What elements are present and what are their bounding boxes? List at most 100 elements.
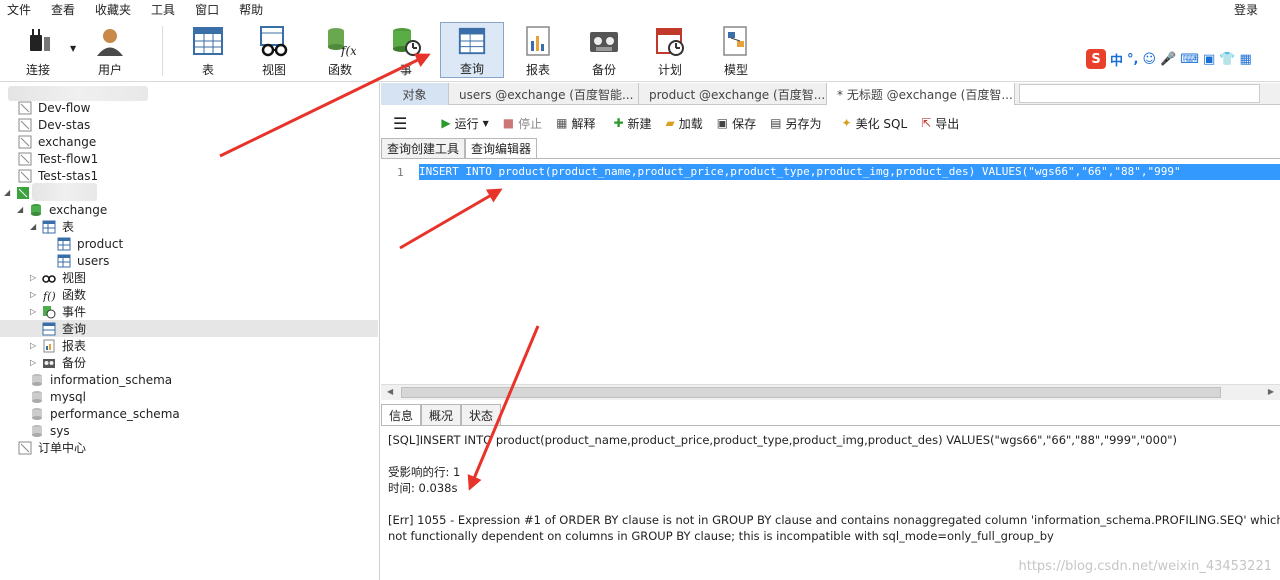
report-icon (526, 26, 550, 56)
beautify-sql-button[interactable]: ✦ 美化 SQL (842, 115, 908, 132)
tab-query-editor[interactable]: 查询编辑器 (465, 138, 538, 158)
tree-table-product[interactable]: product (57, 235, 123, 252)
tree-tables[interactable]: ◢ 表 (30, 218, 74, 235)
menu-tools[interactable]: 工具 (144, 1, 188, 19)
backup-button[interactable]: 备份 (572, 22, 636, 78)
ime-grid-icon[interactable]: ▦ (1239, 52, 1251, 67)
save-label: 保存 (732, 116, 757, 131)
subtab-label: 查询创建工具 (387, 142, 460, 156)
tab-filter-input[interactable] (1019, 84, 1260, 103)
event-label: 事 (399, 63, 412, 77)
function-button[interactable]: f(x) 函数 (308, 22, 372, 78)
tab-overview[interactable]: 概况 (421, 404, 462, 425)
schedule-button[interactable]: 计划 (638, 22, 702, 78)
ime-chinese-mode[interactable]: 中 (1110, 50, 1123, 69)
run-dropdown-icon[interactable]: ▼ (483, 119, 489, 128)
tree-queries[interactable]: 查询 (0, 320, 378, 337)
tree-reports[interactable]: ▷ 报表 (30, 337, 86, 354)
sql-editor[interactable]: 1 INSERT INTO product(product_name,produ… (381, 158, 1280, 385)
sogou-logo-icon[interactable]: S (1086, 49, 1106, 69)
horizontal-scrollbar[interactable]: ◀ ▶ (381, 384, 1280, 400)
tab-users[interactable]: users @exchange (百度智能... (449, 83, 639, 105)
tree-events[interactable]: ▷ 事件 (30, 303, 86, 320)
query-button[interactable]: 查询 (440, 22, 504, 78)
scroll-left-icon[interactable]: ◀ (387, 387, 393, 396)
menu-favorites[interactable]: 收藏夹 (88, 1, 144, 19)
stop-button[interactable]: ■ 停止 (503, 115, 542, 132)
ime-punctuation-icon[interactable]: °, (1127, 52, 1138, 67)
new-button[interactable]: ✚ 新建 (613, 115, 651, 132)
load-button[interactable]: ▰ 加载 (666, 115, 703, 132)
tree-db-sys[interactable]: sys (30, 422, 70, 439)
ime-shirt-icon[interactable]: 👕 (1219, 52, 1235, 67)
tree-conn-dev-stas[interactable]: Dev-stas (18, 116, 90, 133)
export-button[interactable]: ⇱ 导出 (921, 115, 959, 132)
tab-untitled-query[interactable]: * 无标题 @exchange (百度智... (827, 83, 1015, 105)
expand-icon[interactable]: ▷ (30, 307, 40, 316)
collapse-icon[interactable]: ◢ (17, 205, 27, 214)
view-label: 视图 (261, 63, 286, 77)
connection-icon (18, 101, 32, 114)
query-icon (458, 27, 486, 55)
connect-dropdown-icon[interactable]: ▼ (70, 44, 76, 53)
export-label: 导出 (935, 116, 960, 131)
tree-conn-test-flow1[interactable]: Test-flow1 (18, 150, 98, 167)
tree-conn-order-center[interactable]: 订单中心 (18, 439, 86, 456)
view-button[interactable]: 视图 (242, 22, 306, 78)
expand-icon[interactable]: ▷ (30, 273, 40, 282)
tree-conn-test-stas1[interactable]: Test-stas1 (18, 167, 98, 184)
tab-info[interactable]: 信息 (381, 404, 422, 425)
menu-view[interactable]: 查看 (44, 1, 88, 19)
ime-bar: S 中 °, ☺ 🎤 ⌨ ▣ 👕 ▦ (1086, 48, 1252, 70)
connect-button[interactable]: 连接 (6, 22, 70, 78)
tree-functions[interactable]: ▷ f() 函数 (30, 286, 86, 303)
tree-label: 表 (62, 220, 75, 234)
ime-keyboard-icon[interactable]: ⌨ (1180, 52, 1199, 67)
menu-file[interactable]: 文件 (0, 1, 44, 19)
result-tabs: 信息 概况 状态 (381, 404, 502, 425)
expand-icon[interactable]: ▷ (30, 290, 40, 299)
run-button[interactable]: ▶ 运行 ▼ (441, 115, 488, 132)
report-icon (43, 339, 55, 352)
tree-table-users[interactable]: users (57, 252, 109, 269)
ime-emoji-icon[interactable]: ☺ (1142, 52, 1156, 67)
tab-query-builder[interactable]: 查询创建工具 (381, 138, 466, 158)
tree-db-information-schema[interactable]: information_schema (30, 371, 172, 388)
sql-code-line[interactable]: INSERT INTO product(product_name,product… (419, 164, 1280, 180)
menu-window[interactable]: 窗口 (188, 1, 232, 19)
table-button[interactable]: 表 (176, 22, 240, 78)
tree-conn-dev-flow[interactable]: Dev-flow (18, 99, 90, 116)
collapse-icon[interactable]: ◢ (4, 188, 14, 197)
save-button[interactable]: ▣ 保存 (717, 115, 756, 132)
tree-label: mysql (50, 389, 86, 404)
save-as-button[interactable]: ▤ 另存为 (770, 115, 821, 132)
backup-label: 备份 (591, 63, 616, 77)
tree-db-performance-schema[interactable]: performance_schema (30, 405, 180, 422)
table-icon (42, 220, 56, 233)
event-button[interactable]: 事 (374, 22, 438, 78)
tree-conn-exchange[interactable]: exchange (18, 133, 96, 150)
tree-db-mysql[interactable]: mysql (30, 388, 86, 405)
tree-backups[interactable]: ▷ 备份 (30, 354, 86, 371)
ime-mic-icon[interactable]: 🎤 (1160, 52, 1176, 67)
explain-button[interactable]: ▦ 解释 (556, 115, 595, 132)
expand-icon[interactable]: ▷ (30, 358, 40, 367)
ime-skin-icon[interactable]: ▣ (1203, 52, 1215, 67)
menu-hamburger-icon[interactable]: ☰ (393, 114, 407, 133)
user-button[interactable]: 用户 (78, 22, 142, 78)
scrollbar-thumb[interactable] (401, 387, 1221, 398)
tab-product[interactable]: product @exchange (百度智... (639, 83, 827, 105)
collapse-icon[interactable]: ◢ (30, 222, 40, 231)
model-button[interactable]: 模型 (704, 22, 768, 78)
login-link[interactable]: 登录 (1234, 1, 1258, 18)
report-button[interactable]: 报表 (506, 22, 570, 78)
tree-views[interactable]: ▷ 视图 (30, 269, 86, 286)
tab-status[interactable]: 状态 (461, 404, 502, 425)
scroll-right-icon[interactable]: ▶ (1268, 387, 1274, 396)
tree-db-exchange[interactable]: ◢ exchange (17, 201, 107, 218)
tree-label: Test-flow1 (38, 151, 99, 166)
tab-objects[interactable]: 对象 (381, 83, 449, 105)
menu-help[interactable]: 帮助 (232, 1, 276, 19)
expand-icon[interactable]: ▷ (30, 341, 40, 350)
function-label: 函数 (327, 63, 352, 77)
